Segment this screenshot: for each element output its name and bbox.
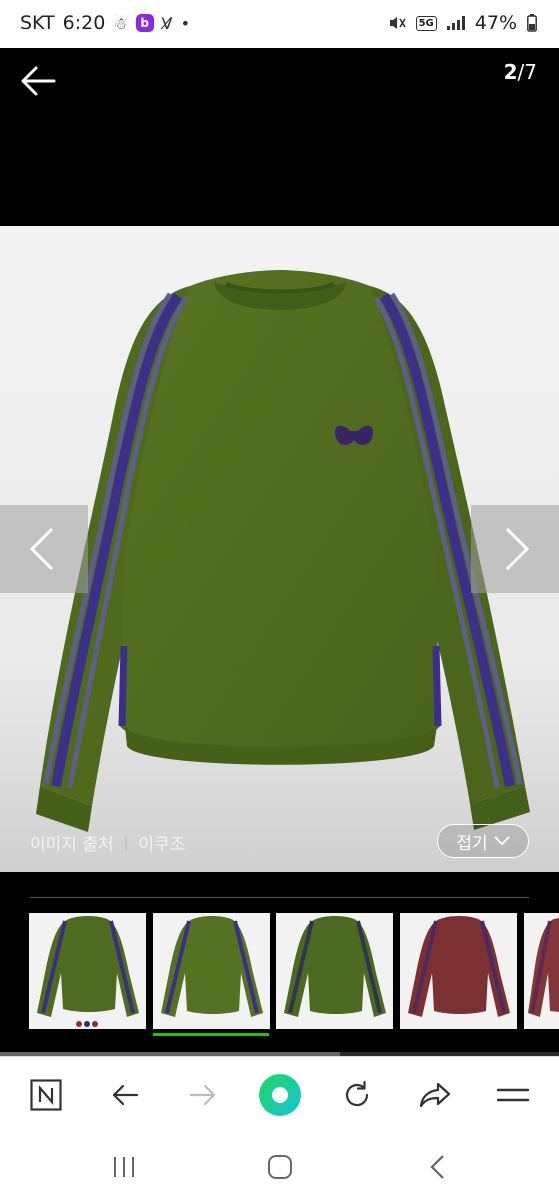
more-notifications-icon: • bbox=[180, 13, 191, 33]
notification-icon: ☃ bbox=[113, 13, 128, 33]
thumbnail[interactable] bbox=[29, 913, 146, 1029]
browser-toolbar bbox=[0, 1056, 559, 1134]
battery-icon bbox=[527, 14, 537, 32]
mute-icon bbox=[389, 17, 406, 29]
back-button[interactable] bbox=[14, 56, 64, 106]
naver-n-icon bbox=[30, 1079, 62, 1111]
thumbnail-image bbox=[29, 913, 146, 1029]
refresh-icon bbox=[345, 1080, 369, 1107]
previous-image-button[interactable] bbox=[0, 505, 88, 593]
home-button[interactable] bbox=[260, 1150, 300, 1184]
thumbnail-active[interactable] bbox=[153, 913, 270, 1029]
menu-icon bbox=[496, 1088, 530, 1102]
share-button[interactable] bbox=[412, 1072, 458, 1118]
clock: 6:20 bbox=[62, 12, 106, 34]
collapse-button[interactable]: 접기 bbox=[437, 824, 529, 858]
thumbnail-image bbox=[276, 913, 393, 1029]
signal-icon bbox=[446, 16, 465, 30]
page-counter: 2/7 bbox=[504, 60, 537, 84]
system-back-button[interactable] bbox=[418, 1150, 458, 1184]
collapse-label: 접기 bbox=[456, 833, 488, 854]
chevron-left-icon bbox=[430, 1155, 444, 1179]
mute-notification-icon: V̸ bbox=[161, 13, 173, 33]
divider bbox=[30, 897, 529, 898]
arrow-left-icon bbox=[21, 66, 56, 96]
battery-percent: 47% bbox=[474, 12, 517, 34]
chevron-right-icon bbox=[505, 527, 530, 571]
arrow-left-icon bbox=[112, 1084, 139, 1106]
menu-button[interactable] bbox=[490, 1072, 536, 1118]
thumbnail-image bbox=[153, 913, 270, 1029]
recent-apps-button[interactable] bbox=[104, 1150, 144, 1184]
home-icon bbox=[268, 1155, 292, 1179]
arrow-right-icon bbox=[189, 1084, 216, 1106]
back-nav-button[interactable] bbox=[102, 1072, 148, 1118]
chevron-down-icon bbox=[494, 836, 510, 846]
app-notification-icon: b bbox=[135, 14, 154, 32]
share-icon bbox=[419, 1082, 451, 1108]
recent-apps-icon bbox=[114, 1157, 134, 1177]
forward-nav-button[interactable] bbox=[180, 1072, 226, 1118]
green-dot-icon bbox=[259, 1074, 301, 1116]
chevron-left-icon bbox=[29, 527, 54, 571]
image-viewer: 2/7 이미지 출처 | 이쿠조 접기 bbox=[0, 48, 559, 873]
next-image-button[interactable] bbox=[471, 505, 559, 593]
image-source-label: 이미지 출처 bbox=[30, 835, 114, 855]
thumbnail[interactable] bbox=[524, 913, 559, 1029]
image-source-name[interactable]: 이쿠조 bbox=[138, 830, 185, 855]
active-thumbnail-indicator bbox=[153, 1033, 269, 1036]
system-nav-bar bbox=[0, 1134, 559, 1200]
source-separator: | bbox=[123, 834, 129, 851]
thumbnail-image bbox=[400, 913, 517, 1029]
page-current: 2 bbox=[503, 60, 518, 84]
network-type-icon: 5G bbox=[415, 15, 437, 31]
refresh-button[interactable] bbox=[334, 1072, 380, 1118]
image-source: 이미지 출처 | 이쿠조 bbox=[30, 830, 185, 856]
thumbnail[interactable] bbox=[400, 913, 517, 1029]
page-total: 7 bbox=[524, 60, 537, 84]
status-bar: SKT 6:20 ☃ b V̸ • 5G 47% bbox=[0, 0, 559, 48]
thumbnail[interactable] bbox=[276, 913, 393, 1029]
naver-home-button[interactable] bbox=[23, 1072, 69, 1118]
thumbnail-image bbox=[524, 913, 559, 1029]
thumbnail-strip bbox=[0, 873, 559, 1056]
carrier-label: SKT bbox=[20, 12, 55, 34]
green-dot-button[interactable] bbox=[257, 1072, 303, 1118]
